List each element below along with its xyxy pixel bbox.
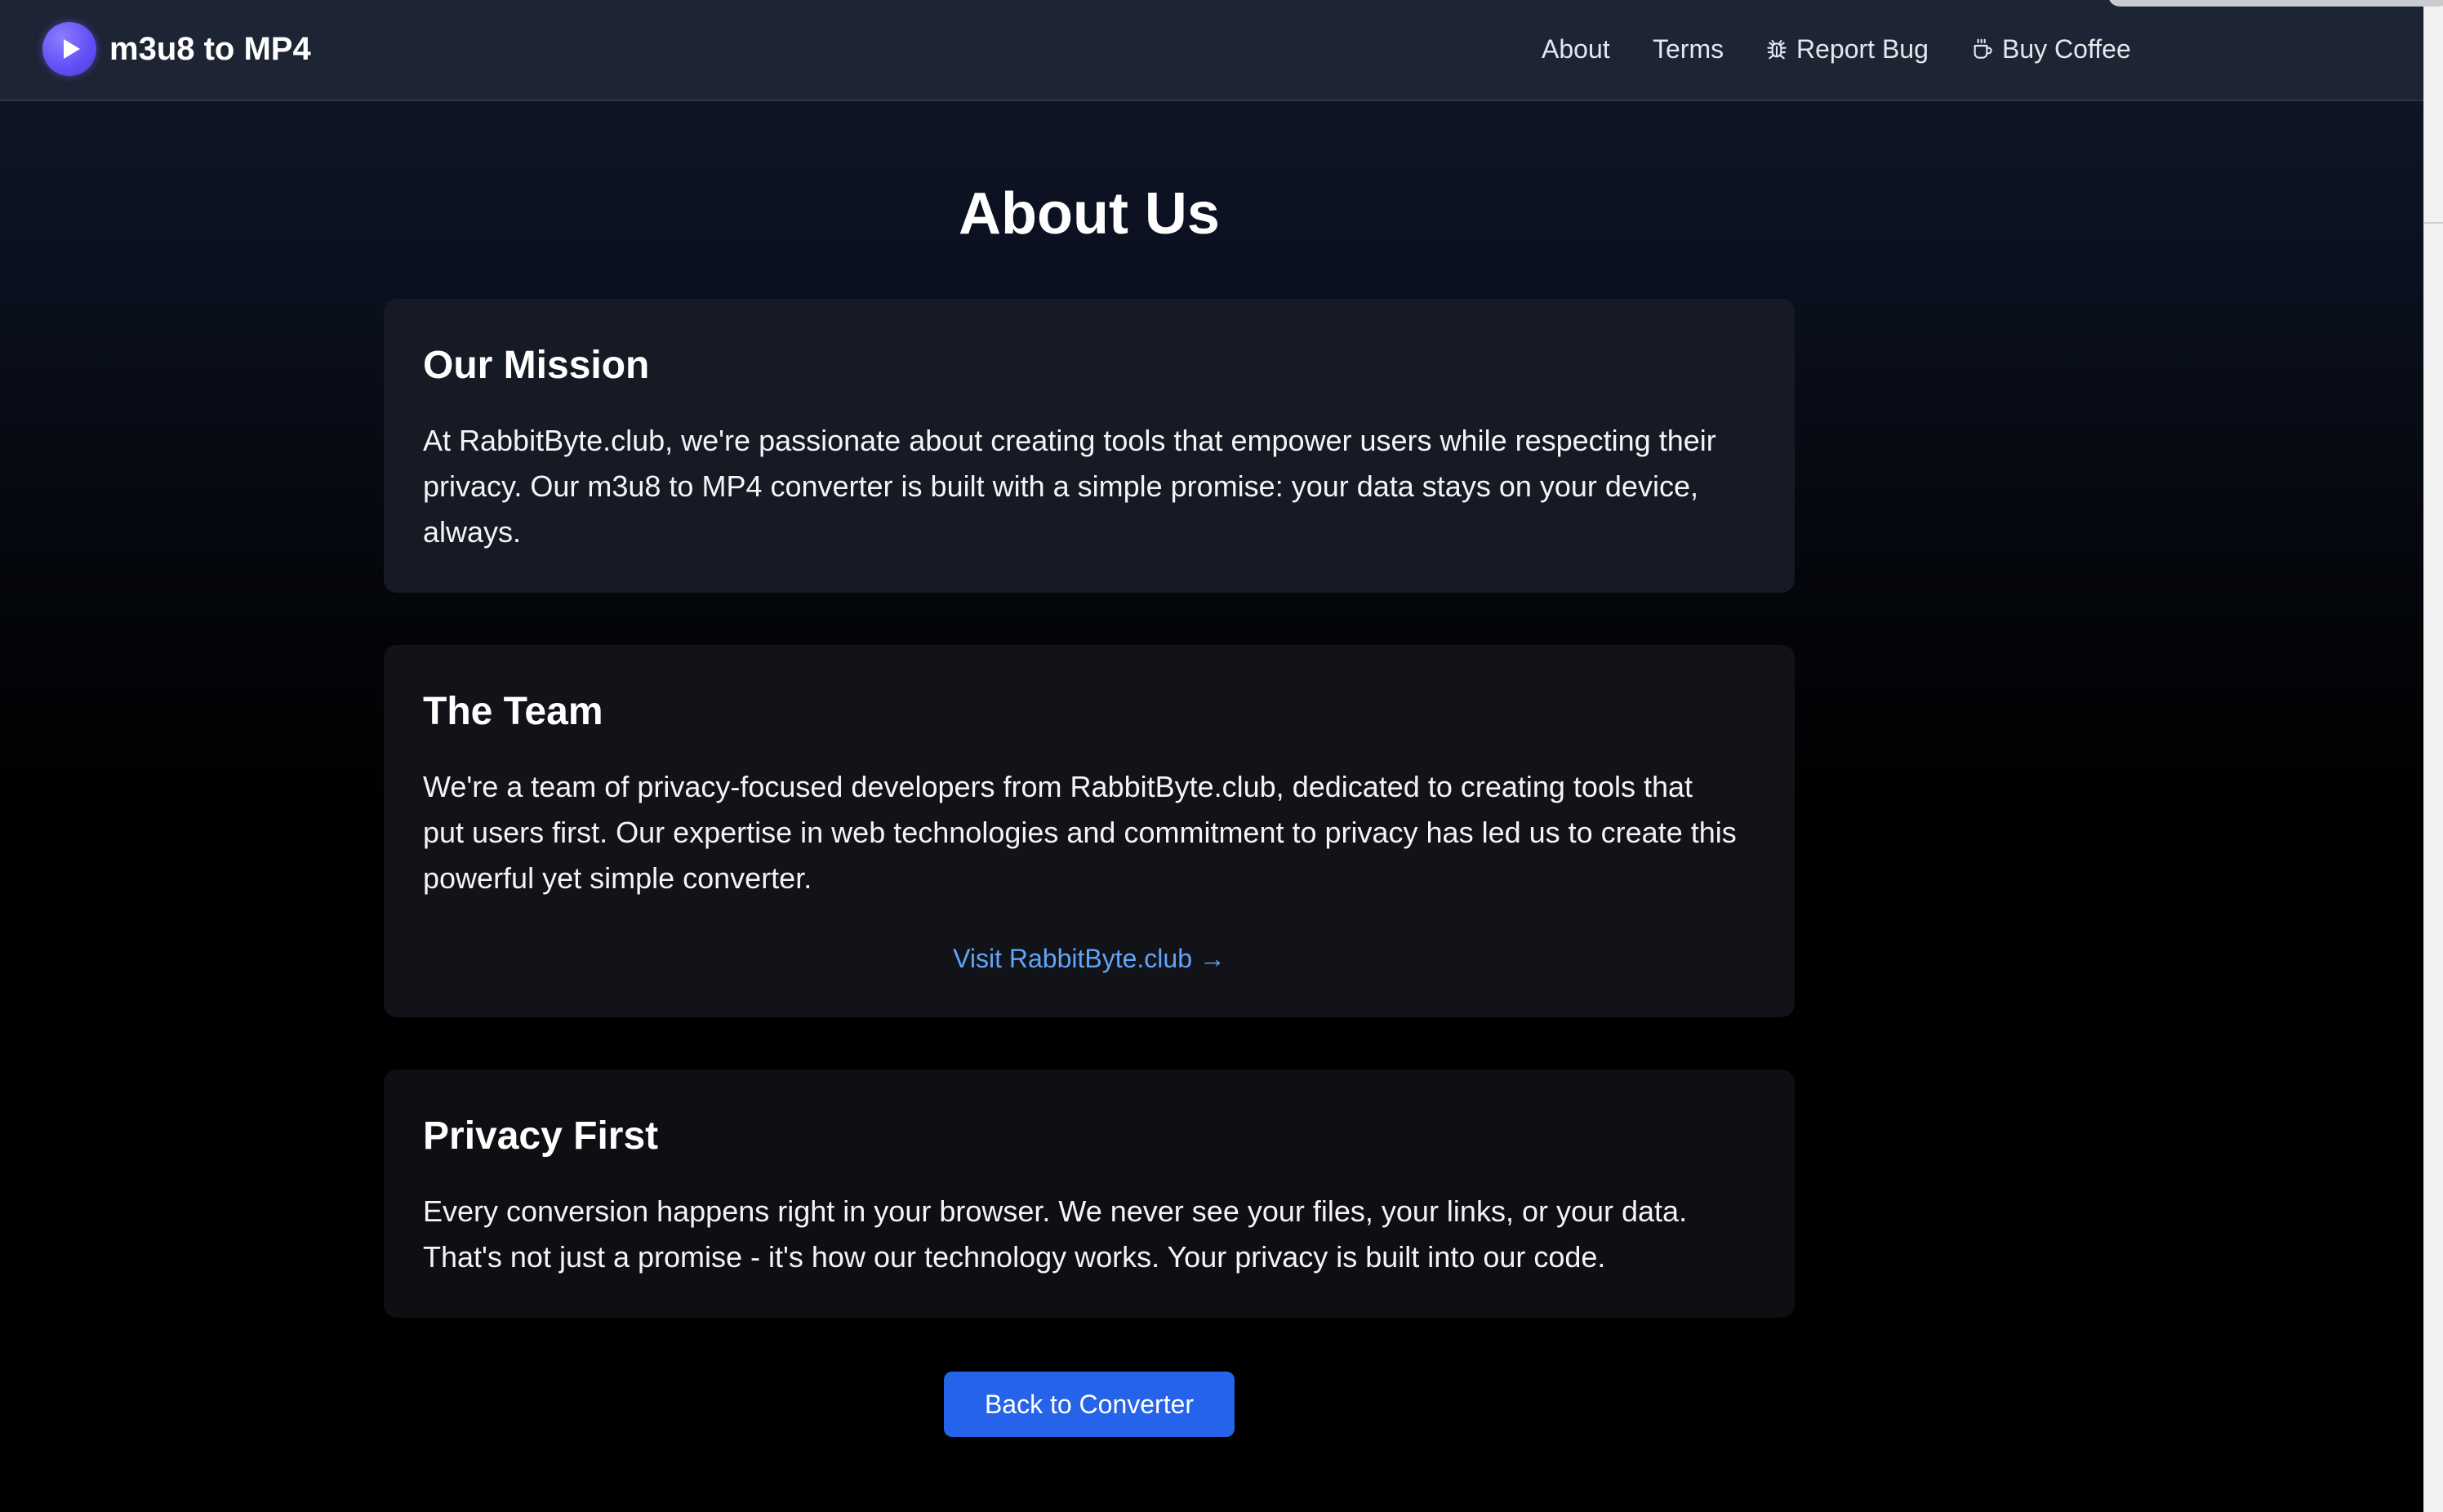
browser-tab-pill xyxy=(2108,0,2443,7)
mission-line-3: always. xyxy=(423,515,522,549)
app-window: m3u8 to MP4 About Terms Report Bug Buy C… xyxy=(0,0,2423,1512)
team-text: We're a team of privacy-focused develope… xyxy=(423,764,1755,901)
top-nav-bar: m3u8 to MP4 About Terms Report Bug Buy C… xyxy=(0,0,2423,101)
nav-link-buy-coffee[interactable]: Buy Coffee xyxy=(1969,28,2131,70)
brand-name[interactable]: m3u8 to MP4 xyxy=(109,24,311,73)
mission-card: Our Mission At RabbitByte.club, we're pa… xyxy=(384,299,1795,593)
page-title: About Us xyxy=(959,181,1220,247)
privacy-line-1: Every conversion happens right in your b… xyxy=(423,1194,1688,1228)
team-heading: The Team xyxy=(423,690,603,733)
nav-link-terms[interactable]: Terms xyxy=(1653,28,1724,70)
nav-terms-label: Terms xyxy=(1653,33,1724,64)
team-card: The Team We're a team of privacy-focused… xyxy=(384,645,1795,1017)
nav-report-bug-label: Report Bug xyxy=(1796,33,1929,64)
scrollbar-divider xyxy=(2424,222,2443,224)
team-line-2: put users first. Our expertise in web te… xyxy=(423,816,1737,849)
mission-line-2: privacy. Our m3u8 to MP4 converter is bu… xyxy=(423,469,1698,503)
privacy-card: Privacy First Every conversion happens r… xyxy=(384,1070,1795,1318)
privacy-line-2: That's not just a promise - it's how our… xyxy=(423,1240,1606,1274)
nav-about-label: About xyxy=(1542,33,1610,64)
nav-buy-coffee-label: Buy Coffee xyxy=(2002,33,2131,64)
nav-link-report-bug[interactable]: Report Bug xyxy=(1764,28,1929,70)
mission-line-1: At RabbitByte.club, we're passionate abo… xyxy=(423,424,1716,457)
mission-heading: Our Mission xyxy=(423,344,650,387)
team-line-1: We're a team of privacy-focused develope… xyxy=(423,770,1693,803)
privacy-text: Every conversion happens right in your b… xyxy=(423,1189,1755,1280)
nav-link-about[interactable]: About xyxy=(1542,28,1610,70)
mission-text: At RabbitByte.club, we're passionate abo… xyxy=(423,418,1755,555)
privacy-heading: Privacy First xyxy=(423,1114,659,1158)
play-icon[interactable] xyxy=(42,22,96,76)
scrollbar-track[interactable] xyxy=(2423,0,2443,1512)
visit-rabbitbyte-link[interactable]: Visit RabbitByte.club → xyxy=(384,941,1795,976)
bug-icon xyxy=(1767,39,1787,60)
coffee-cup-icon xyxy=(1974,38,1992,59)
team-line-3: powerful yet simple converter. xyxy=(423,861,812,895)
back-to-converter-button[interactable]: Back to Converter xyxy=(944,1372,1235,1437)
